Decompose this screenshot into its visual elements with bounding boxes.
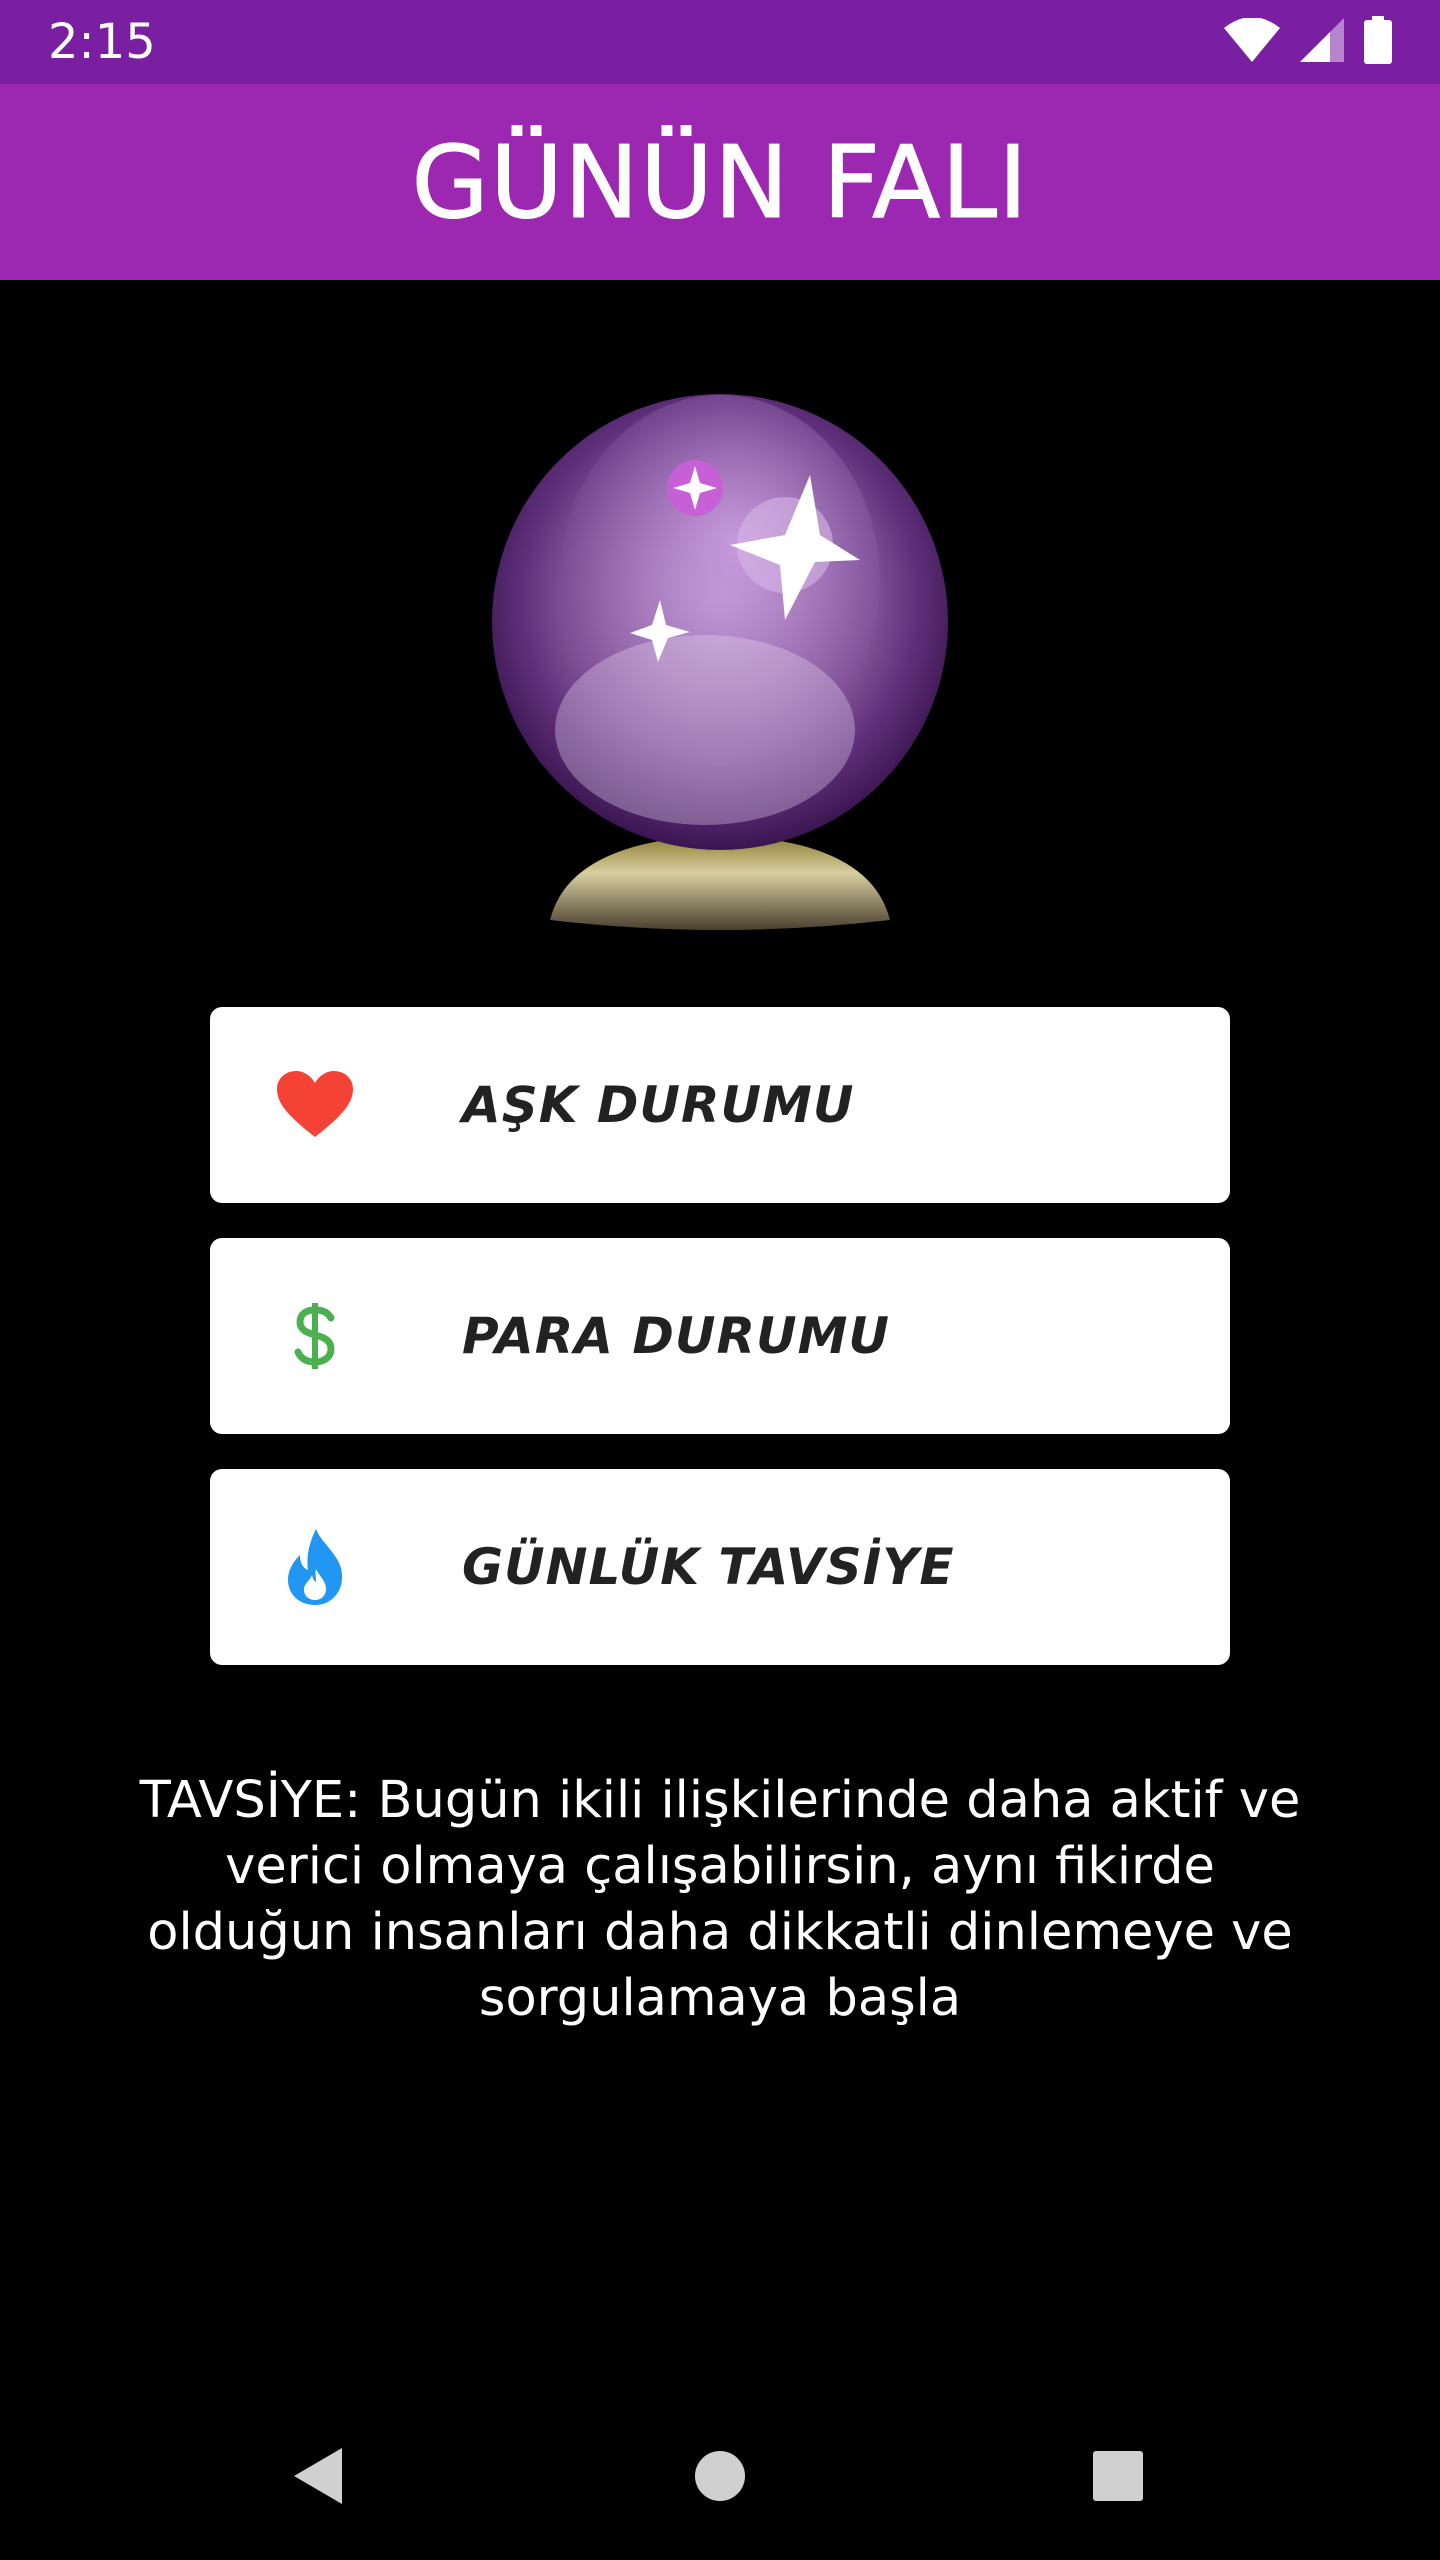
crystal-ball-icon xyxy=(480,380,960,940)
cellular-signal-icon xyxy=(1300,18,1344,66)
status-bar: 2:15 xyxy=(0,0,1440,84)
heart-icon xyxy=(265,1055,365,1155)
status-icons xyxy=(1224,16,1392,68)
battery-icon xyxy=(1364,16,1392,68)
app-title: GÜNÜN FALI xyxy=(411,123,1029,241)
gunluk-tavsiye-button[interactable]: GÜNLÜK TAVSİYE xyxy=(210,1469,1230,1665)
back-icon[interactable] xyxy=(278,2436,358,2516)
gunluk-tavsiye-label: GÜNLÜK TAVSİYE xyxy=(462,1538,955,1596)
para-durumu-label: PARA DURUMU xyxy=(462,1307,890,1365)
wifi-icon xyxy=(1224,17,1280,66)
home-icon[interactable] xyxy=(680,2436,760,2516)
status-time: 2:15 xyxy=(48,14,156,70)
flame-icon xyxy=(265,1517,365,1617)
recents-icon[interactable] xyxy=(1078,2436,1158,2516)
navigation-bar xyxy=(0,2392,1440,2560)
ask-durumu-label: AŞK DURUMU xyxy=(462,1076,855,1134)
para-durumu-button[interactable]: PARA DURUMU xyxy=(210,1238,1230,1434)
app-bar: GÜNÜN FALI xyxy=(0,84,1440,280)
ask-durumu-button[interactable]: AŞK DURUMU xyxy=(210,1007,1230,1203)
advice-text: TAVSİYE: Bugün ikili ilişkilerinde daha … xyxy=(139,1771,1301,2028)
dollar-icon xyxy=(265,1286,365,1386)
screen: 2:15 GÜNÜN FALI AŞK DURUMU PARA DURUMU G… xyxy=(0,0,1440,2560)
